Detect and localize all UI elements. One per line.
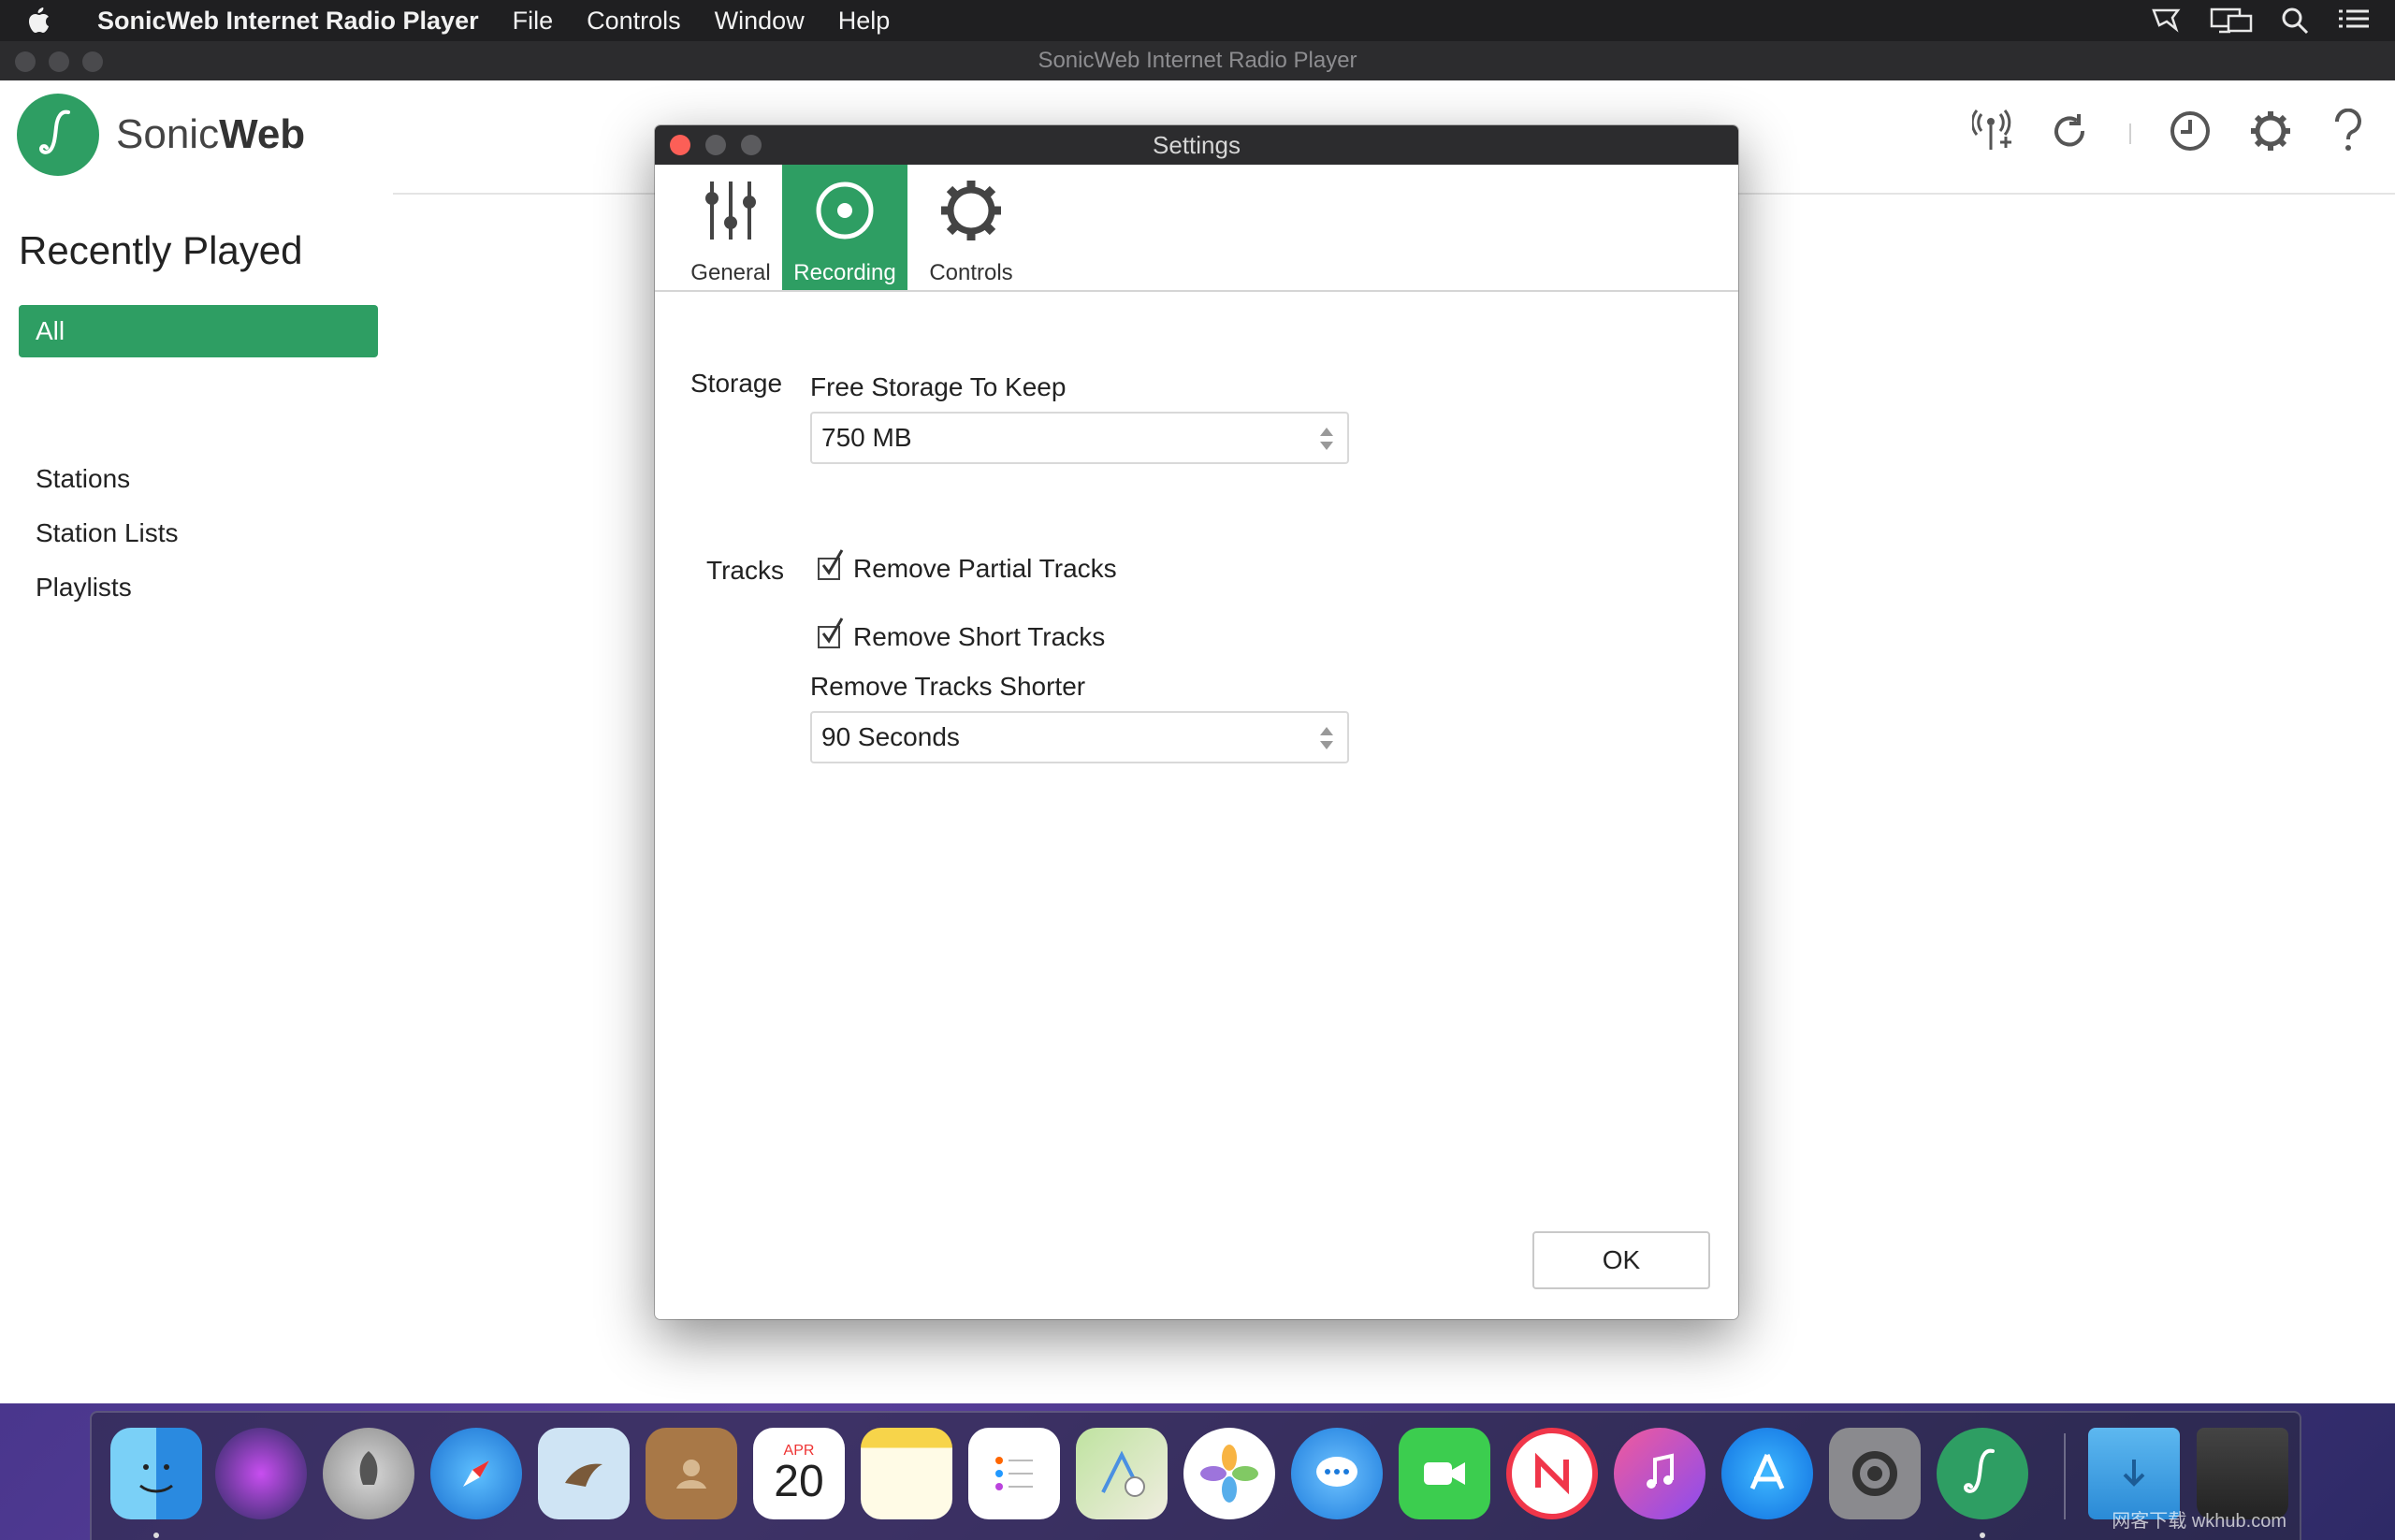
window-titlebar: SonicWeb Internet Radio Player	[0, 41, 2395, 80]
settings-icon[interactable]	[2249, 109, 2292, 157]
safari-icon[interactable]	[430, 1428, 522, 1519]
contacts-icon[interactable]	[646, 1428, 737, 1519]
checkbox-checked-icon	[818, 549, 844, 580]
app-logo: SonicWeb	[17, 94, 305, 176]
record-icon	[782, 178, 907, 243]
remove-short-label: Remove Short Tracks	[853, 622, 1106, 651]
reminders-icon[interactable]	[968, 1428, 1060, 1519]
menu-controls[interactable]: Controls	[587, 7, 681, 36]
siri-icon[interactable]	[215, 1428, 307, 1519]
calendar-icon[interactable]: APR 20	[753, 1428, 845, 1519]
news-icon[interactable]	[1506, 1428, 1598, 1519]
remove-short-checkbox[interactable]: Remove Short Tracks	[818, 617, 1106, 652]
logo-text-sonic: Sonic	[116, 111, 220, 157]
help-icon[interactable]	[2330, 108, 2367, 158]
filter-all-button[interactable]: All	[19, 305, 378, 357]
close-dialog-button[interactable]	[670, 135, 690, 155]
settings-tabbar: General Recording Controls	[655, 165, 1738, 292]
remove-shorter-value: 90 Seconds	[821, 722, 960, 751]
finder-running-indicator	[153, 1533, 159, 1538]
finder-icon[interactable]	[110, 1428, 202, 1519]
stepper-arrows-icon[interactable]	[1317, 724, 1336, 752]
stepper-arrows-icon[interactable]	[1317, 425, 1336, 453]
app-menu[interactable]: SonicWeb Internet Radio Player	[97, 7, 479, 36]
tab-controls-label: Controls	[929, 260, 1013, 285]
history-icon[interactable]	[2169, 109, 2212, 157]
maps-icon[interactable]	[1076, 1428, 1168, 1519]
free-storage-stepper[interactable]: 750 MB	[810, 412, 1349, 464]
tab-general[interactable]: General	[668, 165, 793, 290]
minimize-dialog-button[interactable]	[705, 135, 726, 155]
dock-separator	[2064, 1433, 2066, 1519]
watermark: 网客下载 wkhub.com	[2112, 1511, 2286, 1532]
add-station-icon[interactable]	[1970, 109, 2013, 158]
tab-recording[interactable]: Recording	[782, 165, 907, 290]
menu-help[interactable]: Help	[838, 7, 891, 36]
facetime-icon[interactable]	[1399, 1428, 1490, 1519]
mail-icon[interactable]	[538, 1428, 630, 1519]
remove-partial-checkbox[interactable]: Remove Partial Tracks	[818, 549, 1117, 584]
sliders-icon	[668, 178, 793, 243]
sidebar: Recently Played All Stations Station Lis…	[0, 193, 393, 1403]
close-window-button[interactable]	[15, 51, 36, 72]
tab-general-label: General	[690, 260, 771, 285]
free-storage-value: 750 MB	[821, 423, 912, 452]
app-store-icon[interactable]	[1721, 1428, 1813, 1519]
window-title: SonicWeb Internet Radio Player	[1038, 48, 1357, 73]
sidebar-item-stations[interactable]: Stations	[36, 464, 130, 494]
settings-dialog: Settings General Recording Controls Stor…	[655, 125, 1738, 1319]
menu-file[interactable]: File	[513, 7, 554, 36]
sidebar-item-playlists[interactable]: Playlists	[36, 573, 132, 603]
menu-bar: SonicWeb Internet Radio Player File Cont…	[0, 0, 2395, 41]
tab-controls[interactable]: Controls	[908, 165, 1034, 290]
itunes-icon[interactable]	[1614, 1428, 1706, 1519]
photos-icon[interactable]	[1183, 1428, 1275, 1519]
sonicweb-running-indicator	[1980, 1533, 1985, 1538]
tracks-section-label: Tracks	[706, 556, 784, 585]
dock: APR 20 网客下载 wkhub.com	[90, 1411, 2301, 1540]
airplay-icon[interactable]	[2150, 7, 2182, 35]
remove-shorter-label: Remove Tracks Shorter	[810, 672, 1086, 701]
list-icon[interactable]	[2337, 7, 2371, 35]
search-icon[interactable]	[2281, 7, 2309, 35]
ok-button[interactable]: OK	[1532, 1231, 1710, 1289]
recently-played-heading: Recently Played	[19, 228, 303, 272]
toolbar-separator	[2129, 123, 2131, 144]
messages-icon[interactable]	[1291, 1428, 1383, 1519]
settings-titlebar: Settings	[655, 125, 1738, 165]
checkbox-checked-icon	[818, 617, 844, 648]
remove-partial-label: Remove Partial Tracks	[853, 554, 1117, 583]
sonicweb-dock-icon[interactable]	[1937, 1428, 2028, 1519]
settings-title: Settings	[1153, 130, 1241, 159]
free-storage-label: Free Storage To Keep	[810, 372, 1067, 401]
minimize-window-button[interactable]	[49, 51, 69, 72]
menu-window[interactable]: Window	[715, 7, 805, 36]
refresh-icon[interactable]	[2051, 110, 2092, 156]
sonicweb-logo-icon	[17, 94, 99, 176]
storage-section-label: Storage	[690, 369, 783, 398]
notes-icon[interactable]	[861, 1428, 952, 1519]
tab-recording-label: Recording	[793, 260, 896, 285]
remove-shorter-stepper[interactable]: 90 Seconds	[810, 711, 1349, 763]
zoom-window-button[interactable]	[82, 51, 103, 72]
sidebar-item-station-lists[interactable]: Station Lists	[36, 518, 179, 548]
calendar-day: 20	[774, 1457, 824, 1506]
apple-menu-icon[interactable]	[26, 7, 73, 35]
launchpad-icon[interactable]	[323, 1428, 414, 1519]
display-icon[interactable]	[2210, 7, 2253, 35]
system-preferences-icon[interactable]	[1829, 1428, 1921, 1519]
logo-text-web: Web	[219, 111, 306, 157]
gear-icon	[908, 178, 1034, 243]
zoom-dialog-button[interactable]	[741, 135, 762, 155]
